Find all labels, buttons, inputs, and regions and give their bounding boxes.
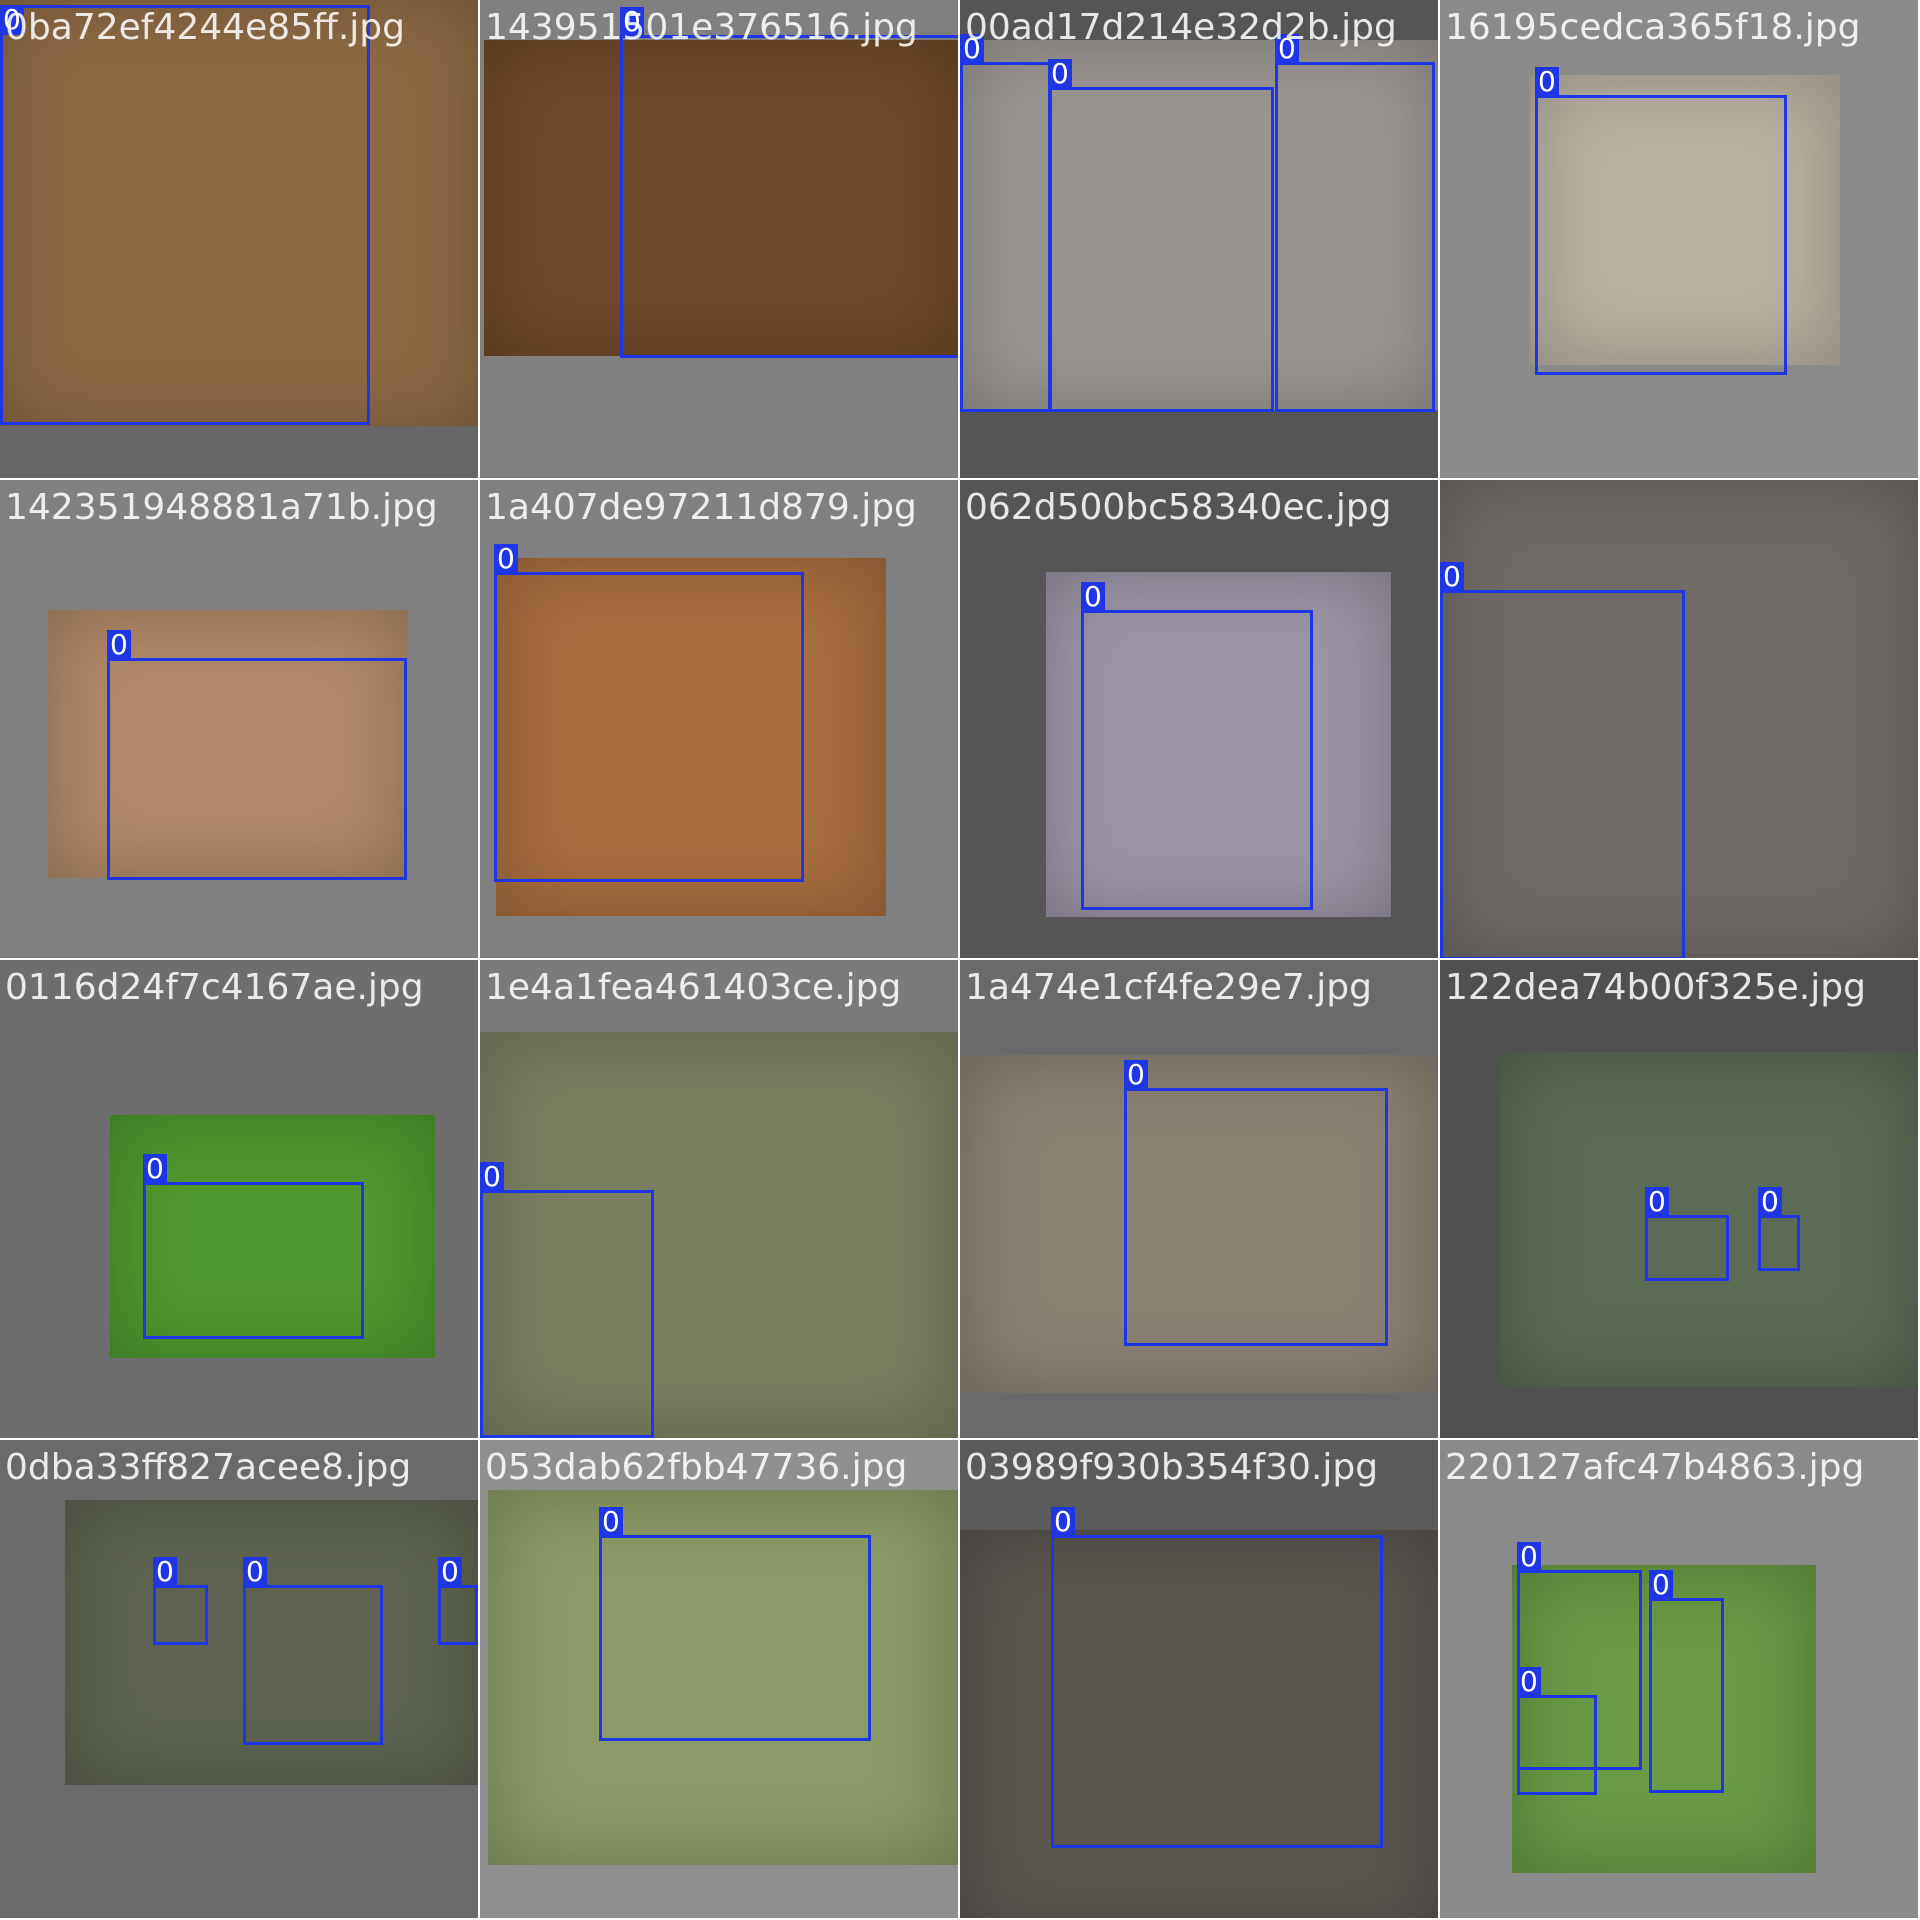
image-tile[interactable]: 0dba33ff827acee8.jpg 0 0 0: [0, 1440, 478, 1918]
bounding-box: 0: [1048, 59, 1274, 412]
box-class-label: 0: [143, 1154, 167, 1184]
tile-filename: 1e4a1fea461403ce.jpg: [485, 967, 902, 1008]
bounding-box: 0: [438, 1557, 478, 1645]
image-tile[interactable]: 1a474e1cf4fe29e7.jpg 0: [960, 960, 1438, 1438]
bounding-box: 0: [1535, 67, 1787, 375]
bounding-box: 0: [620, 7, 958, 358]
image-tile[interactable]: 0: [1440, 480, 1918, 958]
image-tile[interactable]: 142351948881a71b.jpg 0: [0, 480, 478, 958]
box-class-label: 0: [1517, 1667, 1541, 1697]
box-class-label: 0: [438, 1557, 462, 1587]
box-class-label: 0: [1048, 59, 1072, 89]
box-class-label: 0: [243, 1557, 267, 1587]
box-class-label: 0: [1758, 1187, 1782, 1217]
tile-filename: 1a474e1cf4fe29e7.jpg: [965, 967, 1372, 1008]
bounding-box: 0: [243, 1557, 383, 1745]
image-tile[interactable]: 1e4a1fea461403ce.jpg 0: [480, 960, 958, 1438]
image-tile[interactable]: 122dea74b00f325e.jpg 0 0: [1440, 960, 1918, 1438]
box-class-label: 0: [1649, 1570, 1673, 1600]
tile-filename: 220127afc47b4863.jpg: [1445, 1447, 1865, 1488]
bounding-box: 0: [1275, 34, 1435, 412]
tile-filename: 142351948881a71b.jpg: [5, 487, 438, 528]
image-tile[interactable]: 143951501e376516.jpg 0: [480, 0, 958, 478]
bounding-box: 0: [960, 34, 1052, 412]
box-class-label: 0: [1517, 1542, 1541, 1572]
bounding-box: 0: [599, 1507, 871, 1741]
box-class-label: 0: [494, 544, 518, 574]
box-class-label: 0: [1535, 67, 1559, 97]
bounding-box: 0: [1051, 1507, 1383, 1848]
image-tile[interactable]: 053dab62fbb47736.jpg 0: [480, 1440, 958, 1918]
image-tile[interactable]: 1a407de97211d879.jpg 0: [480, 480, 958, 958]
bounding-box: 0: [0, 5, 370, 425]
bounding-box: 0: [1649, 1570, 1724, 1793]
tile-filename: 0ba72ef4244e85ff.jpg: [5, 7, 405, 48]
image-tile[interactable]: 16195cedca365f18.jpg 0: [1440, 0, 1918, 478]
bounding-box: 0: [494, 544, 804, 882]
bounding-box: 0: [1645, 1187, 1729, 1281]
bounding-box: 0: [1517, 1667, 1597, 1795]
box-class-label: 0: [1645, 1187, 1669, 1217]
bounding-box: 0: [1124, 1060, 1388, 1346]
tile-filename: 062d500bc58340ec.jpg: [965, 487, 1392, 528]
image-tile[interactable]: 0ba72ef4244e85ff.jpg 0: [0, 0, 478, 478]
image-tile[interactable]: 220127afc47b4863.jpg 0 0 0: [1440, 1440, 1918, 1918]
bounding-box: 0: [1758, 1187, 1800, 1271]
image-tile[interactable]: 0116d24f7c4167ae.jpg 0: [0, 960, 478, 1438]
tile-filename: 143951501e376516.jpg: [485, 7, 918, 48]
detection-mosaic: 0ba72ef4244e85ff.jpg 0 143951501e376516.jp…: [0, 0, 1920, 1920]
tile-filename: 1a407de97211d879.jpg: [485, 487, 917, 528]
box-class-label: 0: [599, 1507, 623, 1537]
tile-filename: 16195cedca365f18.jpg: [1445, 7, 1861, 48]
box-class-label: 0: [1051, 1507, 1075, 1537]
box-class-label: 0: [107, 630, 131, 660]
bounding-box: 0: [143, 1154, 364, 1339]
image-tile[interactable]: 062d500bc58340ec.jpg 0: [960, 480, 1438, 958]
image-tile[interactable]: 00ad17d214e32d2b.jpg 0 0 0: [960, 0, 1438, 478]
box-class-label: 0: [153, 1557, 177, 1587]
tile-filename: 00ad17d214e32d2b.jpg: [965, 7, 1397, 48]
bounding-box: 0: [1440, 562, 1685, 958]
box-class-label: 0: [1440, 562, 1464, 592]
tile-filename: 0dba33ff827acee8.jpg: [5, 1447, 412, 1488]
box-class-label: 0: [480, 1162, 504, 1192]
bounding-box: 0: [1081, 582, 1313, 910]
box-class-label: 0: [1081, 582, 1105, 612]
image-tile[interactable]: 03989f930b354f30.jpg 0: [960, 1440, 1438, 1918]
bounding-box: 0: [480, 1162, 654, 1438]
bounding-box: 0: [153, 1557, 208, 1645]
box-class-label: 0: [1124, 1060, 1148, 1090]
bounding-box: 0: [107, 630, 407, 880]
tile-filename: 03989f930b354f30.jpg: [965, 1447, 1379, 1488]
tile-filename: 0116d24f7c4167ae.jpg: [5, 967, 424, 1008]
tile-filename: 053dab62fbb47736.jpg: [485, 1447, 908, 1488]
tile-filename: 122dea74b00f325e.jpg: [1445, 967, 1866, 1008]
